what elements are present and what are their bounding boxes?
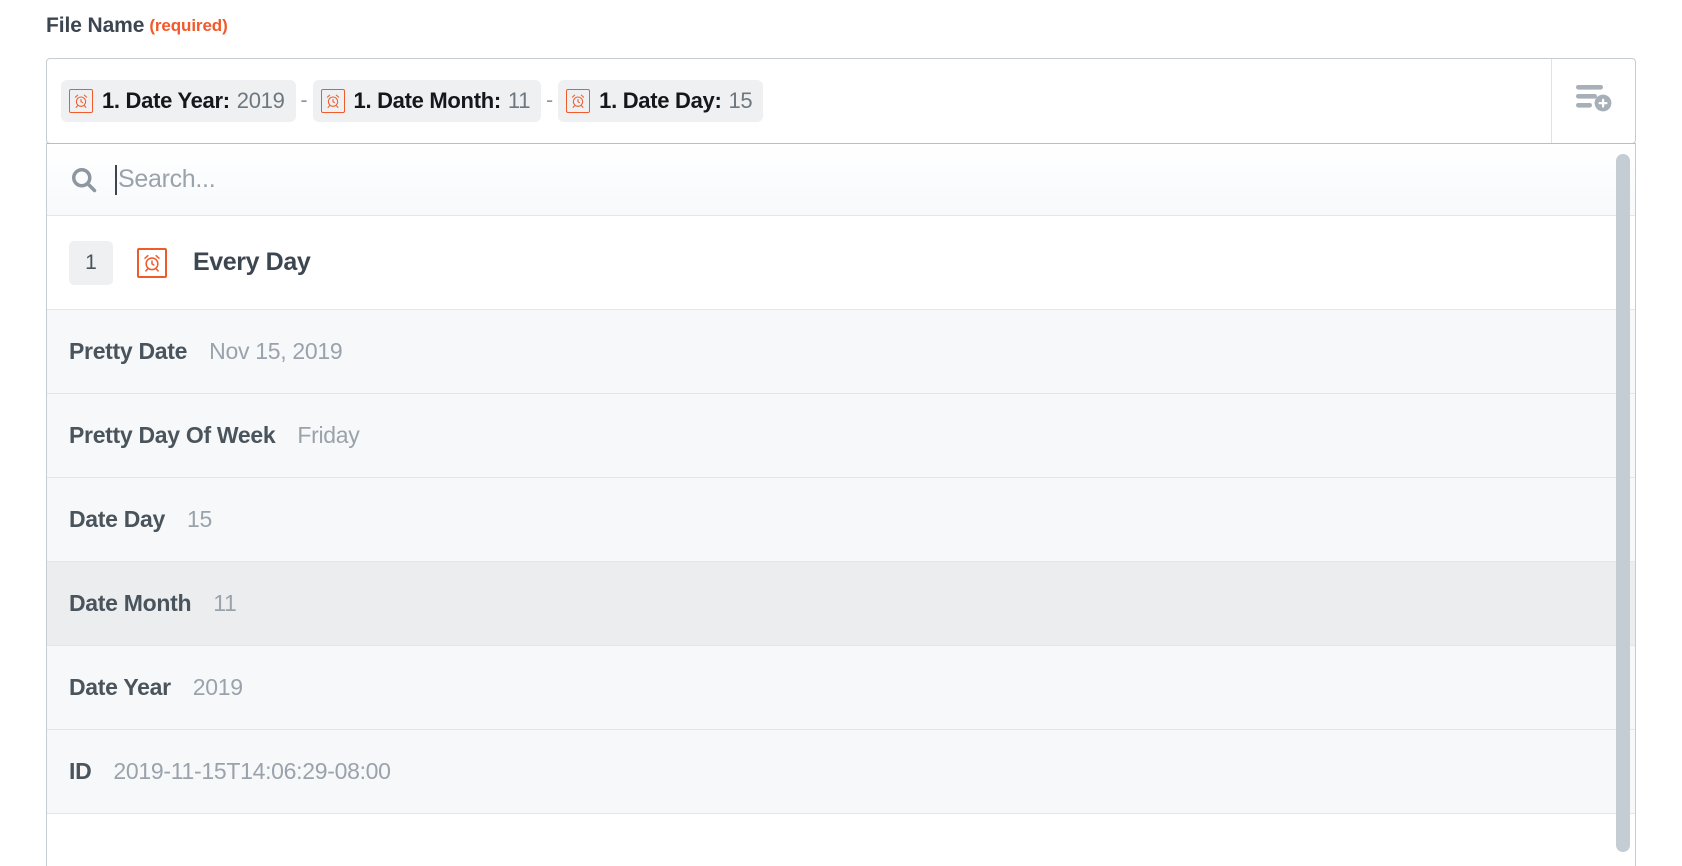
- option-label: Every Day: [193, 248, 311, 276]
- required-indicator: (required): [149, 16, 228, 35]
- token-separator: -: [300, 89, 308, 112]
- list-item[interactable]: Date Day 15: [47, 478, 1635, 562]
- list-item[interactable]: Pretty Date Nov 15, 2019: [47, 310, 1635, 394]
- insert-data-icon: [1573, 82, 1615, 121]
- token-area[interactable]: 1. Date Year: 2019 - 1. Date Month: 11 -: [47, 59, 1551, 143]
- insert-data-button[interactable]: [1551, 59, 1635, 143]
- alarm-clock-icon: [320, 89, 345, 113]
- list-item[interactable]: Pretty Day Of Week Friday: [47, 394, 1635, 478]
- file-name-field-page: File Name (required) 1. Date Year: 2019 -: [0, 0, 1682, 866]
- search-icon: [69, 165, 99, 195]
- search-input[interactable]: Search...: [118, 165, 216, 194]
- token-label: 1. Date Month:: [353, 88, 502, 113]
- file-name-input[interactable]: 1. Date Year: 2019 - 1. Date Month: 11 -: [46, 58, 1636, 144]
- token-label: 1. Date Year:: [102, 88, 230, 113]
- row-value: 2019-11-15T14:06:29-08:00: [113, 758, 391, 784]
- token-value: 2019: [236, 88, 285, 113]
- row-value: 15: [187, 506, 213, 532]
- token-date-month[interactable]: 1. Date Month: 11: [312, 80, 542, 122]
- row-key: Date Year: [69, 674, 171, 700]
- field-label-text: File Name: [46, 14, 145, 37]
- scrollbar-thumb[interactable]: [1616, 154, 1630, 852]
- row-key: Date Month: [69, 590, 192, 616]
- insert-data-dropdown: Search... 1 Every Day Pretty Date Nov 15…: [46, 143, 1636, 866]
- list-item[interactable]: ID 2019-11-15T14:06:29-08:00: [47, 730, 1635, 814]
- vertical-scrollbar[interactable]: [1613, 144, 1635, 866]
- list-item[interactable]: Date Month 11: [47, 562, 1635, 646]
- token-separator: -: [546, 89, 554, 112]
- row-value: Friday: [297, 422, 360, 448]
- list-item[interactable]: Date Year 2019: [47, 646, 1635, 730]
- alarm-clock-icon: [69, 89, 93, 113]
- alarm-clock-icon: [566, 89, 591, 113]
- option-index-badge: 1: [69, 240, 113, 285]
- row-key: Date Day: [69, 506, 166, 532]
- token-value: 15: [728, 88, 753, 113]
- row-value: 2019: [192, 674, 243, 700]
- row-value: Nov 15, 2019: [209, 338, 343, 364]
- row-key: Pretty Day Of Week: [69, 422, 276, 448]
- row-key: Pretty Date: [69, 338, 188, 364]
- token-value: 11: [507, 88, 531, 113]
- alarm-clock-icon: [137, 247, 167, 278]
- page-title: File Name (required): [46, 14, 228, 38]
- token-label: 1. Date Day:: [599, 88, 722, 113]
- token-date-year[interactable]: 1. Date Year: 2019: [61, 80, 296, 122]
- token-date-day[interactable]: 1. Date Day: 15: [558, 80, 764, 122]
- row-key: ID: [69, 758, 92, 784]
- text-cursor: [115, 164, 117, 195]
- search-row[interactable]: Search...: [47, 144, 1635, 216]
- row-value: 11: [213, 590, 237, 616]
- dropdown-option-every-day[interactable]: 1 Every Day: [47, 216, 1635, 310]
